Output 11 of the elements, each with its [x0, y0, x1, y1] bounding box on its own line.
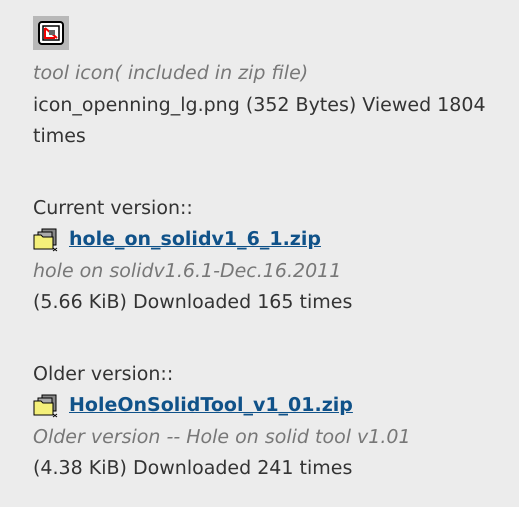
download-stats: (5.66 KiB) Downloaded 165 times — [33, 290, 354, 315]
section-heading: Older version:: — [33, 362, 174, 386]
file-link[interactable]: HoleOnSolidTool_v1_01.zip — [69, 390, 353, 422]
download-stats: (4.38 KiB) Downloaded 241 times — [33, 456, 354, 481]
file-link[interactable]: hole_on_solidv1_6_1.zip — [69, 224, 321, 256]
caption: tool icon( included in zip file) — [33, 61, 310, 86]
file-description: Older version -- Hole on solid tool v1.01 — [33, 424, 412, 450]
tool-icon — [33, 16, 69, 50]
file-description: hole on solidv1.6.1-Dec.16.2011 — [33, 258, 342, 284]
file-info: icon_openning_lg.png (352 Bytes) Viewed 1804 times — [33, 92, 487, 149]
section-heading: Current version:: — [33, 196, 194, 220]
